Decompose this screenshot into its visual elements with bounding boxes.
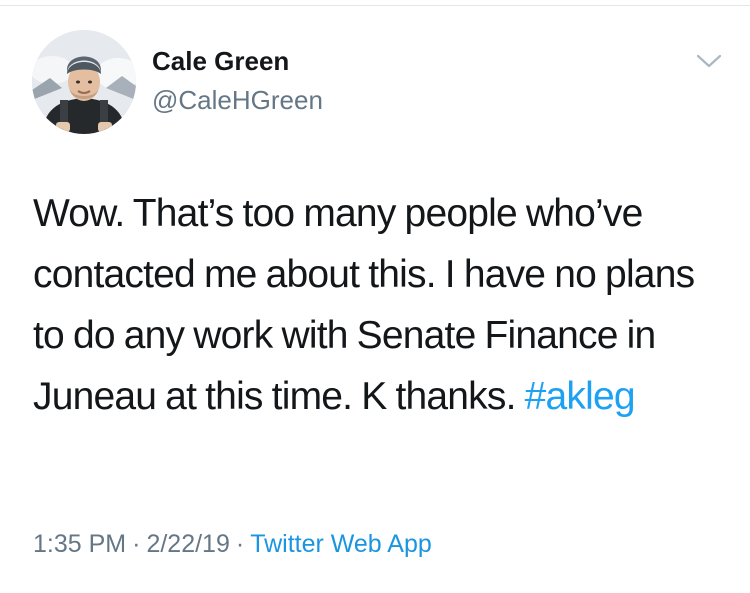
tweet-metadata: 1:35 PM · 2/22/19 · Twitter Web App xyxy=(33,527,432,561)
avatar[interactable] xyxy=(32,30,136,134)
user-handle[interactable]: @CaleHGreen xyxy=(152,84,323,116)
tweet-date[interactable]: 2/22/19 xyxy=(146,530,229,558)
separator-dot: · xyxy=(132,530,141,558)
hashtag-link[interactable]: #akleg xyxy=(525,375,636,418)
avatar-photo xyxy=(32,30,136,134)
tweet-source-link[interactable]: Twitter Web App xyxy=(250,530,432,558)
chevron-down-icon[interactable] xyxy=(695,52,723,72)
tweet-text: Wow. That’s too many people who’ve conta… xyxy=(33,183,723,427)
user-display-name[interactable]: Cale Green xyxy=(152,45,289,77)
tweet-time[interactable]: 1:35 PM xyxy=(33,530,126,558)
top-divider xyxy=(0,5,750,6)
separator-dot: · xyxy=(235,530,245,558)
